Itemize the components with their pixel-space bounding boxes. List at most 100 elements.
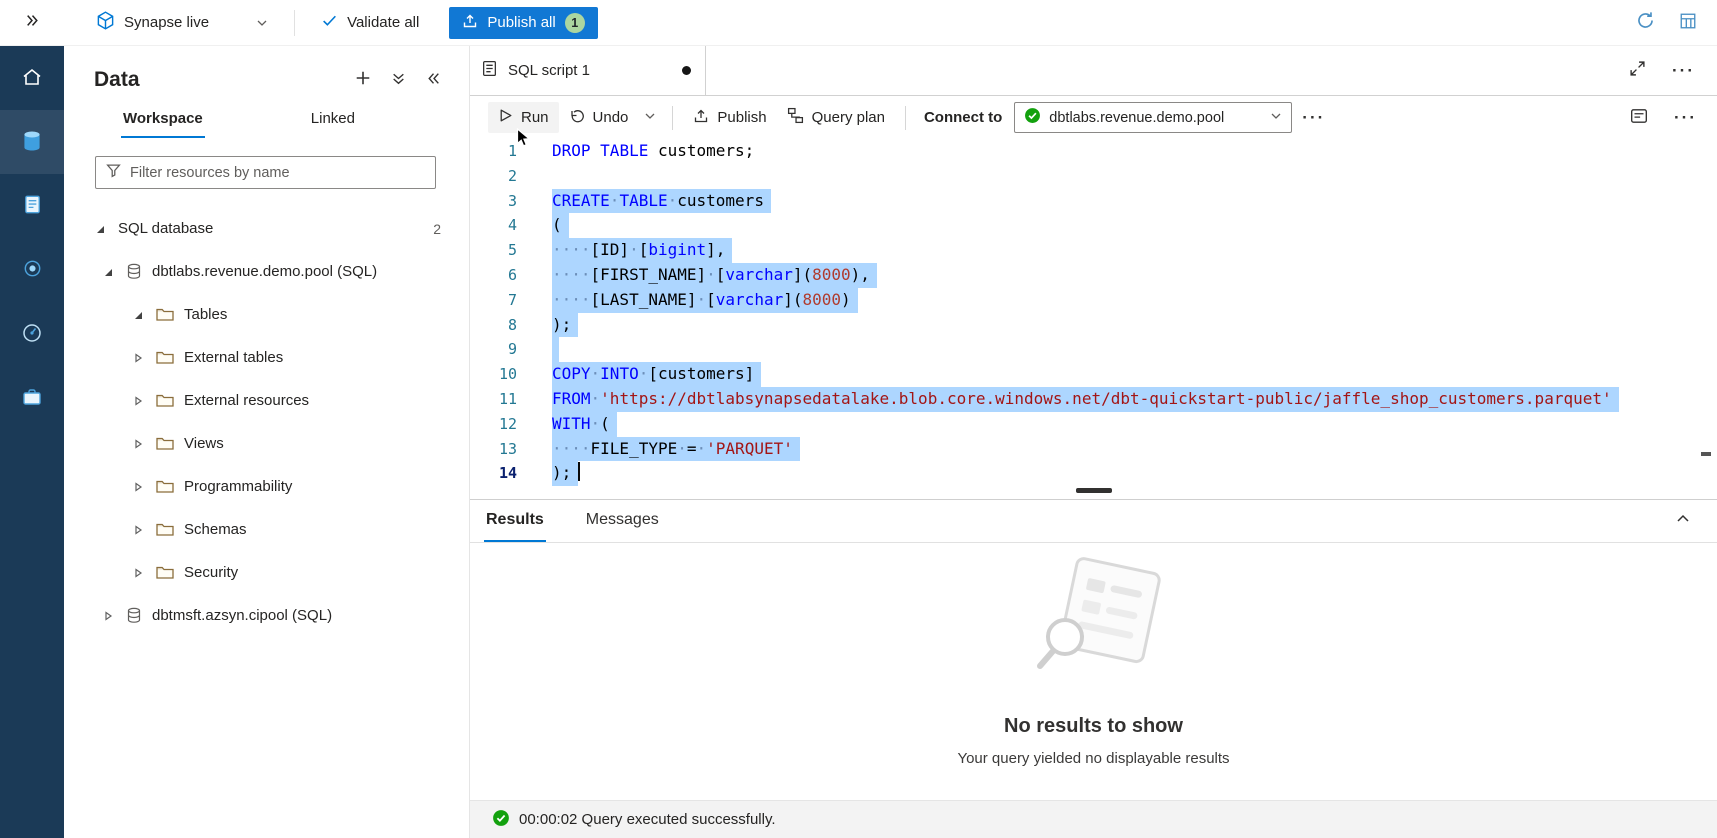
refresh-button[interactable]: [1636, 11, 1655, 34]
filter-input[interactable]: [130, 165, 425, 181]
chevron-collapsed-icon[interactable]: [130, 395, 146, 407]
tab-results[interactable]: Results: [484, 500, 546, 542]
top-bar: Synapse live Validate all Publish all 1: [0, 0, 1717, 46]
tree-item-dbtmsft-azsyn-cipool-sql[interactable]: dbtmsft.azsyn.cipool (SQL): [64, 594, 469, 637]
publish-label: Publish: [717, 109, 766, 126]
code-line-10[interactable]: 10COPY·INTO·[customers]: [470, 362, 1717, 387]
pool-dropdown-value: dbtlabs.revenue.demo.pool: [1049, 110, 1262, 126]
nav-manage-button[interactable]: [0, 366, 64, 430]
collapse-panel-button[interactable]: [426, 71, 441, 90]
code-line-8[interactable]: 8);: [470, 313, 1717, 338]
code-lines: 1DROP TABLE customers;23CREATE·TABLE·cus…: [470, 139, 1717, 486]
tree-item-dbtlabs-revenue-demo-pool-sql[interactable]: dbtlabs.revenue.demo.pool (SQL): [64, 250, 469, 293]
top-bar-right: [1636, 11, 1717, 34]
editor-more-actions-button[interactable]: ···: [1674, 109, 1697, 126]
code-line-1[interactable]: 1DROP TABLE customers;: [470, 139, 1717, 164]
tab-workspace[interactable]: Workspace: [121, 102, 205, 138]
mode-label: Synapse live: [124, 14, 209, 31]
chevron-collapsed-icon[interactable]: [130, 481, 146, 493]
chevron-collapsed-icon[interactable]: [130, 352, 146, 364]
tab-sql-script-1[interactable]: SQL script 1: [470, 46, 706, 95]
tree-item-schemas[interactable]: Schemas: [64, 508, 469, 551]
code-line-12[interactable]: 12WITH·(: [470, 412, 1717, 437]
tree-item-programmability[interactable]: Programmability: [64, 465, 469, 508]
publish-count-badge: 1: [565, 13, 585, 33]
toolbar-more-button[interactable]: ···: [1292, 103, 1335, 132]
collapse-results-button[interactable]: [1675, 511, 1691, 531]
tab-more-actions-button[interactable]: ···: [1672, 62, 1695, 79]
briefcase-icon: [20, 385, 44, 412]
tab-messages[interactable]: Messages: [584, 500, 661, 542]
code-line-3[interactable]: 3CREATE·TABLE·customers: [470, 189, 1717, 214]
expand-all-button[interactable]: [391, 71, 406, 90]
expand-nav-button[interactable]: [0, 0, 64, 46]
run-button[interactable]: Run: [488, 102, 559, 133]
tree-item-label: Security: [184, 564, 238, 581]
publish-all-button[interactable]: Publish all 1: [449, 7, 597, 39]
properties-panel-button[interactable]: [1679, 12, 1697, 34]
code-line-4[interactable]: 4(: [470, 213, 1717, 238]
nav-home-button[interactable]: [0, 46, 64, 110]
tree-item-external-tables[interactable]: External tables: [64, 336, 469, 379]
tab-linked[interactable]: Linked: [309, 102, 357, 138]
document-icon: [21, 193, 44, 219]
results-panel-header: Results Messages: [470, 499, 1717, 543]
line-number: 2: [470, 164, 532, 189]
code-line-11[interactable]: 11FROM·'https://dbtlabsynapsedatalake.bl…: [470, 387, 1717, 412]
divider: [672, 106, 673, 130]
mode-selector[interactable]: Synapse live: [96, 11, 268, 34]
double-chevron-left-icon: [426, 71, 441, 90]
line-number: 4: [470, 213, 532, 238]
pool-dropdown[interactable]: dbtlabs.revenue.demo.pool: [1014, 102, 1292, 133]
code-line-9[interactable]: 9: [470, 337, 1717, 362]
query-plan-icon: [787, 107, 804, 128]
publish-icon: [462, 13, 478, 33]
success-check-icon: [492, 809, 510, 831]
undo-icon: [569, 108, 585, 128]
left-nav-rail: [0, 46, 64, 838]
chevron-collapsed-icon[interactable]: [100, 610, 116, 622]
nav-data-button[interactable]: [0, 110, 64, 174]
code-line-6[interactable]: 6····[FIRST_NAME]·[varchar](8000),: [470, 263, 1717, 288]
home-icon: [20, 65, 44, 92]
sql-code-editor[interactable]: 1DROP TABLE customers;23CREATE·TABLE·cus…: [470, 139, 1717, 499]
nav-monitor-button[interactable]: [0, 302, 64, 366]
filter-box[interactable]: [95, 156, 436, 189]
query-plan-button[interactable]: Query plan: [777, 101, 895, 134]
database-icon: [126, 607, 142, 624]
code-line-13[interactable]: 13····FILE_TYPE·=·'PARQUET': [470, 437, 1717, 462]
code-line-2[interactable]: 2: [470, 164, 1717, 189]
tree-item-sql-database[interactable]: SQL database2: [64, 207, 469, 250]
chevron-down-icon[interactable]: [256, 17, 268, 29]
code-line-14[interactable]: 14);: [470, 461, 1717, 486]
add-resource-button[interactable]: [355, 70, 371, 90]
results-splitter-handle[interactable]: [1076, 488, 1112, 493]
tree-item-views[interactable]: Views: [64, 422, 469, 465]
code-line-5[interactable]: 5····[ID]·[bigint],: [470, 238, 1717, 263]
undo-button[interactable]: Undo: [559, 102, 639, 134]
chevron-collapsed-icon[interactable]: [130, 438, 146, 450]
code-line-7[interactable]: 7····[LAST_NAME]·[varchar](8000): [470, 288, 1717, 313]
tree-item-security[interactable]: Security: [64, 551, 469, 594]
chevron-expanded-icon[interactable]: [92, 223, 108, 235]
validate-all-button[interactable]: Validate all: [321, 12, 419, 33]
publish-button[interactable]: Publish: [683, 102, 776, 134]
overview-ruler-mark: [1701, 452, 1711, 456]
tree-item-label: External tables: [184, 349, 283, 366]
chevron-expanded-icon[interactable]: [130, 309, 146, 321]
synapse-studio-window: Synapse live Validate all Publish all 1: [0, 0, 1717, 838]
undo-dropdown-button[interactable]: [638, 103, 662, 132]
data-panel: Data: [64, 46, 470, 838]
chevron-collapsed-icon[interactable]: [130, 524, 146, 536]
nav-integrate-button[interactable]: [0, 238, 64, 302]
editor-area: SQL script 1 ···: [470, 46, 1717, 838]
chevron-collapsed-icon[interactable]: [130, 567, 146, 579]
tree-item-tables[interactable]: Tables: [64, 293, 469, 336]
nav-develop-button[interactable]: [0, 174, 64, 238]
chevron-expanded-icon[interactable]: [100, 266, 116, 278]
database-icon: [126, 263, 142, 280]
tree-item-external-resources[interactable]: External resources: [64, 379, 469, 422]
expand-editor-button[interactable]: [1629, 60, 1646, 81]
line-number: 12: [470, 412, 532, 437]
script-pane-button[interactable]: [1630, 107, 1648, 129]
